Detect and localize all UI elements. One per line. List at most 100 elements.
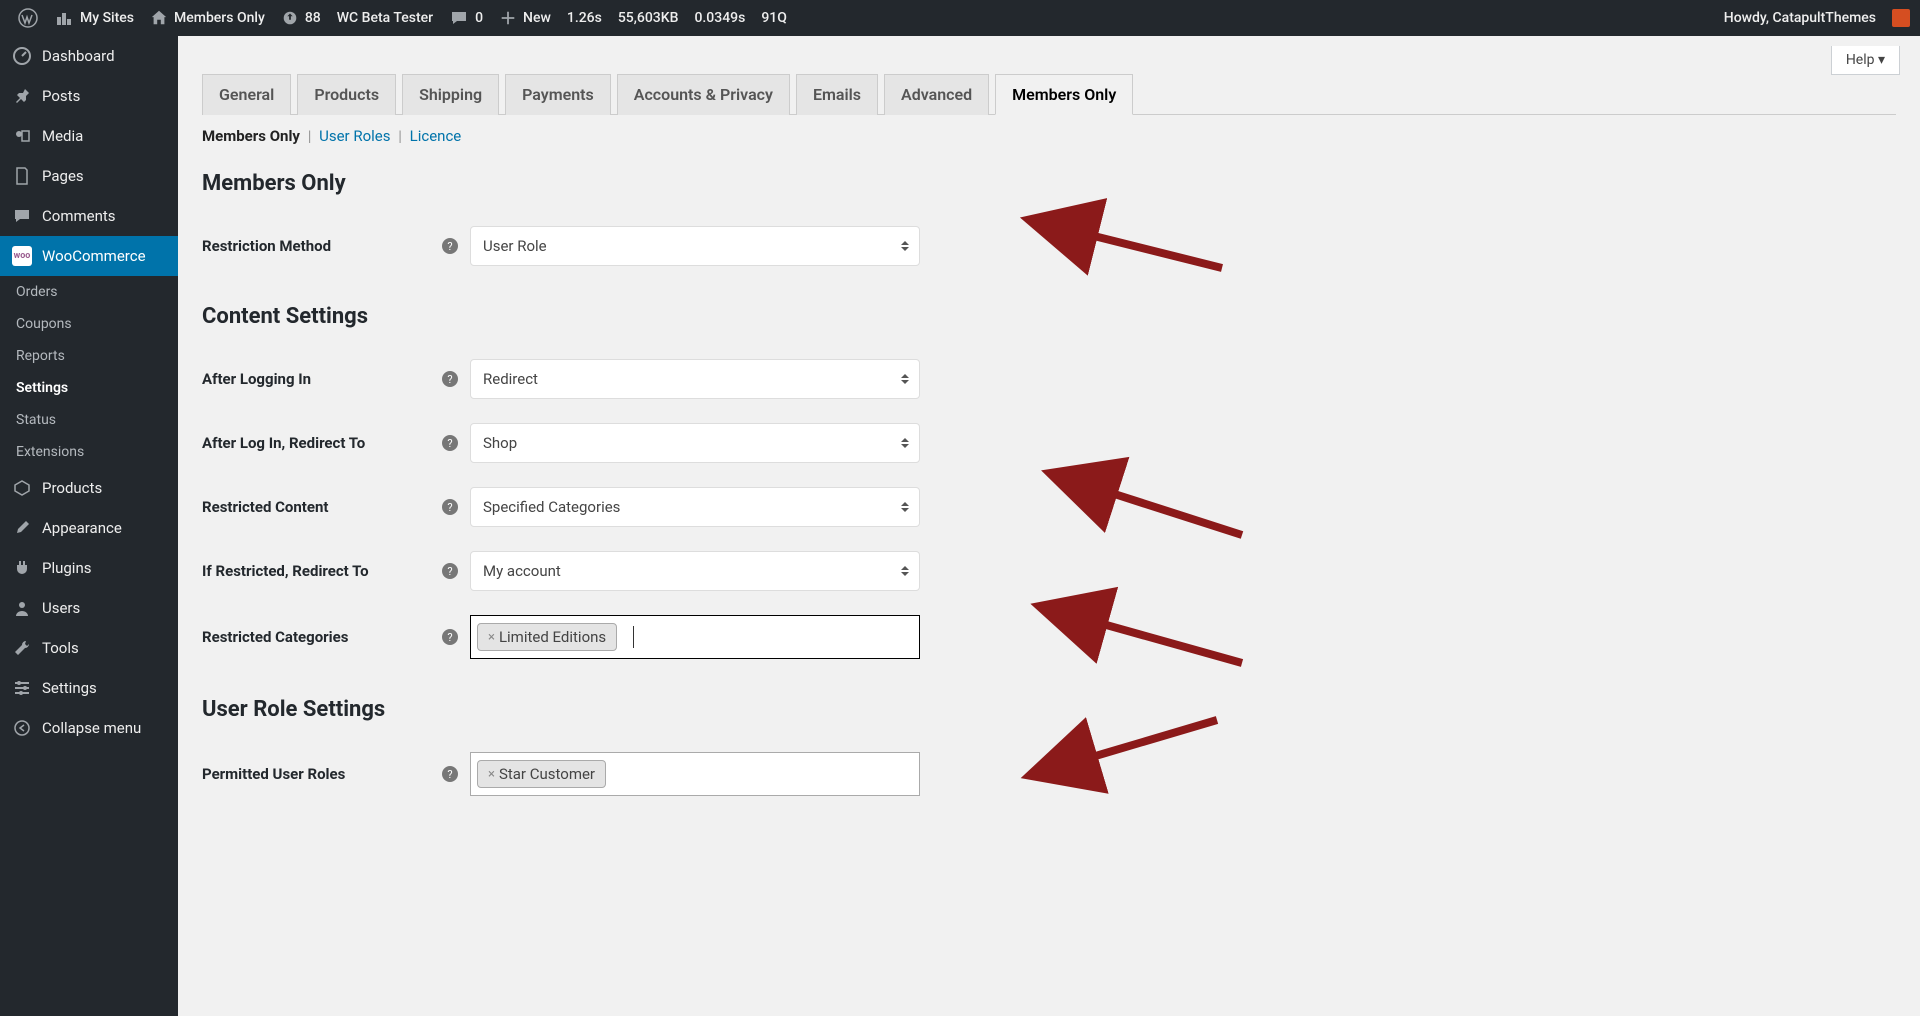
sidebar-posts[interactable]: Posts — [0, 76, 178, 116]
help-icon[interactable]: ? — [442, 766, 458, 782]
remove-token-icon[interactable]: × — [488, 630, 495, 645]
new-label: New — [523, 10, 551, 26]
sidebar-products[interactable]: Products — [0, 468, 178, 508]
select-restriction-method[interactable]: User Role — [470, 226, 920, 266]
wc-beta-tester[interactable]: WC Beta Tester — [329, 10, 441, 26]
tab-members-only[interactable]: Members Only — [995, 74, 1133, 115]
section-subnav: Members Only | User Roles | Licence — [202, 115, 1896, 157]
sidebar-plugins[interactable]: Plugins — [0, 548, 178, 588]
media-icon — [12, 126, 32, 146]
sidebar-settings[interactable]: Settings — [0, 668, 178, 708]
tab-payments[interactable]: Payments — [505, 74, 611, 115]
select-after-login-redirect[interactable]: Shop — [470, 423, 920, 463]
label-if-restricted-redirect: If Restricted, Redirect To — [202, 562, 442, 580]
sliders-icon — [12, 678, 32, 698]
wrench-icon — [12, 638, 32, 658]
sidebar-woocommerce[interactable]: woo WooCommerce — [0, 236, 178, 276]
tab-products[interactable]: Products — [297, 74, 396, 115]
sidebar-extensions[interactable]: Extensions — [0, 436, 178, 468]
select-value: My account — [483, 562, 561, 580]
my-sites-label: My Sites — [80, 10, 134, 26]
debug-memory[interactable]: 55,603KB — [610, 10, 687, 26]
tab-shipping[interactable]: Shipping — [402, 74, 499, 115]
tab-accounts[interactable]: Accounts & Privacy — [617, 74, 790, 115]
user-icon — [12, 598, 32, 618]
help-icon[interactable]: ? — [442, 371, 458, 387]
subnav-user-roles[interactable]: User Roles — [319, 127, 390, 145]
row-restriction-method: Restriction Method ? User Role — [202, 214, 1896, 278]
row-restricted-categories: Restricted Categories ? × Limited Editio… — [202, 603, 1896, 671]
subnav-members[interactable]: Members Only — [202, 127, 300, 145]
token-star-customer[interactable]: × Star Customer — [477, 760, 606, 788]
site-home[interactable]: Members Only — [142, 9, 273, 27]
debug-queries[interactable]: 91Q — [753, 10, 795, 26]
label-after-login-redirect: After Log In, Redirect To — [202, 434, 442, 452]
multiselect-restricted-categories[interactable]: × Limited Editions — [470, 615, 920, 659]
row-if-restricted-redirect: If Restricted, Redirect To ? My account — [202, 539, 1896, 603]
sidebar-wc-settings[interactable]: Settings — [0, 372, 178, 404]
select-value: Redirect — [483, 370, 538, 388]
help-tab[interactable]: Help ▾ — [1831, 46, 1900, 75]
tab-emails[interactable]: Emails — [796, 74, 878, 115]
tab-advanced[interactable]: Advanced — [884, 74, 989, 115]
sidebar-posts-label: Posts — [42, 87, 80, 105]
help-icon[interactable]: ? — [442, 435, 458, 451]
heading-user-role-settings: User Role Settings — [202, 697, 1896, 722]
sidebar-comments-label: Comments — [42, 207, 116, 225]
sidebar-coupons[interactable]: Coupons — [0, 308, 178, 340]
sidebar-comments[interactable]: Comments — [0, 196, 178, 236]
sidebar-orders[interactable]: Orders — [0, 276, 178, 308]
remove-token-icon[interactable]: × — [488, 767, 495, 782]
sidebar-dashboard[interactable]: Dashboard — [0, 36, 178, 76]
annotation-arrow — [1092, 475, 1252, 525]
separator: | — [398, 127, 402, 145]
sidebar-media[interactable]: Media — [0, 116, 178, 156]
help-icon[interactable]: ? — [442, 499, 458, 515]
admin-sidebar: Dashboard Posts Media Pages Comments woo… — [0, 36, 178, 1016]
select-caret-icon — [901, 566, 909, 576]
help-icon[interactable]: ? — [442, 563, 458, 579]
separator: | — [308, 127, 312, 145]
debug-sql-time[interactable]: 0.0349s — [686, 10, 753, 26]
user-avatar[interactable] — [1892, 9, 1910, 27]
sidebar-users[interactable]: Users — [0, 588, 178, 628]
dashboard-icon — [12, 46, 32, 66]
annotation-arrow — [1072, 218, 1232, 268]
select-after-logging-in[interactable]: Redirect — [470, 359, 920, 399]
sidebar-tools[interactable]: Tools — [0, 628, 178, 668]
sidebar-settings-label: Settings — [42, 679, 97, 697]
help-icon[interactable]: ? — [442, 629, 458, 645]
content-area: Help ▾ General Products Shipping Payment… — [178, 36, 1920, 1016]
howdy-user[interactable]: Howdy, CatapultThemes — [1716, 10, 1884, 26]
multiselect-permitted-roles[interactable]: × Star Customer — [470, 752, 920, 796]
select-value: Shop — [483, 434, 517, 452]
text-cursor — [633, 626, 634, 648]
network-sites-icon[interactable]: My Sites — [46, 8, 142, 28]
comments-item[interactable]: 0 — [441, 8, 491, 28]
wordpress-logo[interactable] — [10, 8, 46, 28]
sidebar-appearance-label: Appearance — [42, 519, 122, 537]
select-restricted-content[interactable]: Specified Categories — [470, 487, 920, 527]
select-caret-icon — [901, 374, 909, 384]
new-content[interactable]: New — [491, 9, 559, 27]
sidebar-reports[interactable]: Reports — [0, 340, 178, 372]
sidebar-dashboard-label: Dashboard — [42, 47, 115, 65]
select-caret-icon — [901, 502, 909, 512]
tab-general[interactable]: General — [202, 74, 291, 115]
label-permitted-user-roles: Permitted User Roles — [202, 765, 442, 783]
products-icon — [12, 478, 32, 498]
collapse-menu[interactable]: Collapse menu — [0, 708, 178, 748]
help-icon[interactable]: ? — [442, 238, 458, 254]
subnav-licence[interactable]: Licence — [410, 127, 462, 145]
sidebar-status[interactable]: Status — [0, 404, 178, 436]
select-caret-icon — [901, 241, 909, 251]
sidebar-tools-label: Tools — [42, 639, 79, 657]
sidebar-pages[interactable]: Pages — [0, 156, 178, 196]
sidebar-appearance[interactable]: Appearance — [0, 508, 178, 548]
token-limited-editions[interactable]: × Limited Editions — [477, 623, 617, 651]
sidebar-woocommerce-label: WooCommerce — [42, 247, 146, 265]
select-if-restricted-redirect[interactable]: My account — [470, 551, 920, 591]
updates-item[interactable]: 88 — [273, 9, 329, 27]
debug-time[interactable]: 1.26s — [559, 10, 610, 26]
heading-content-settings: Content Settings — [202, 304, 1896, 329]
